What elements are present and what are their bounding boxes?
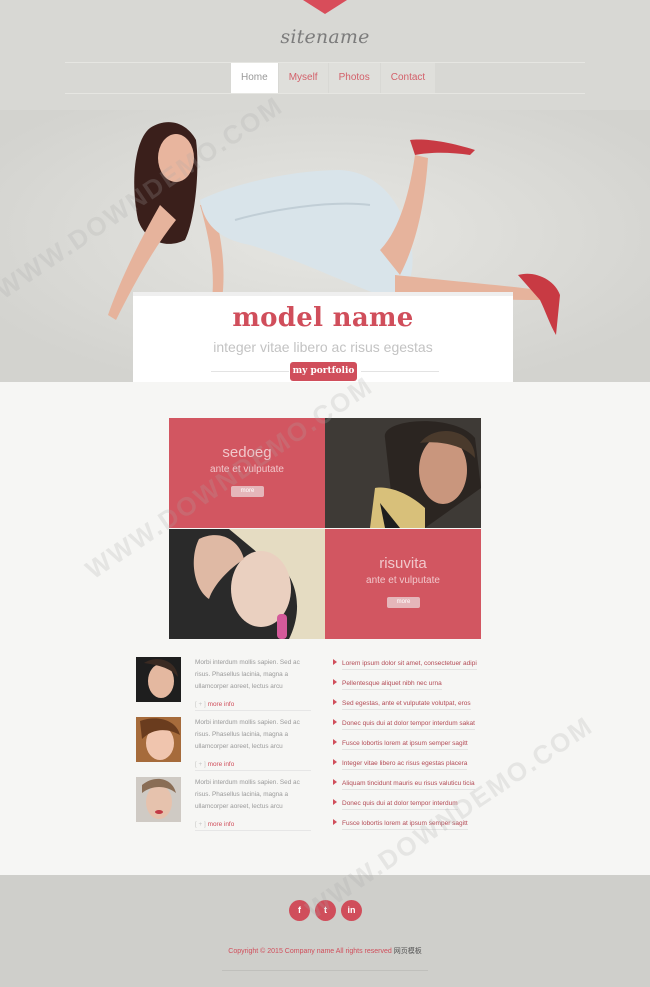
hero-title: model name bbox=[232, 303, 414, 333]
list-link-label: Fusce lobortis lorem at ipsum semper sag… bbox=[342, 820, 468, 830]
post-excerpt: Morbi interdum mollis sapien. Sed ac ris… bbox=[195, 779, 300, 810]
copyright-cn-label: 网页模板 bbox=[393, 948, 422, 955]
list-link-label: Aliquam tincidunt mauris eu risus valuti… bbox=[342, 780, 475, 790]
site-logo[interactable]: sitename bbox=[0, 26, 650, 48]
post-divider bbox=[195, 710, 311, 711]
caret-right-icon bbox=[333, 719, 337, 725]
list-link[interactable]: Aliquam tincidunt mauris eu risus valuti… bbox=[333, 779, 475, 792]
caret-right-icon bbox=[333, 799, 337, 805]
feature-grid: sedoeg ante et vulputate more risuvita a… bbox=[169, 418, 481, 639]
footer-divider bbox=[222, 970, 428, 971]
facebook-icon[interactable]: f bbox=[289, 900, 310, 921]
list-link[interactable]: Fusce lobortis lorem at ipsum semper sag… bbox=[333, 739, 468, 752]
more-info-link[interactable]: [ + ] more info bbox=[195, 761, 234, 768]
photo-tile-2[interactable] bbox=[169, 529, 325, 639]
caret-right-icon bbox=[333, 699, 337, 705]
list-link-label: Lorem ipsum dolor sit amet, consectetuer… bbox=[342, 660, 477, 670]
main-nav: Home Myself Photos Contact bbox=[231, 63, 436, 93]
more-bracket: [ + ] bbox=[195, 821, 206, 828]
more-info-link[interactable]: [ + ] more info bbox=[195, 821, 234, 828]
list-link-label: Integer vitae libero ac risus egestas pl… bbox=[342, 760, 468, 770]
linkedin-icon[interactable]: in bbox=[341, 900, 362, 921]
list-link[interactable]: Lorem ipsum dolor sit amet, consectetuer… bbox=[333, 659, 477, 672]
post-excerpt: Morbi interdum mollis sapien. Sed ac ris… bbox=[195, 719, 300, 750]
post-divider bbox=[195, 830, 311, 831]
caret-right-icon bbox=[333, 819, 337, 825]
copyright-label: Copyright © 2015 Company name All rights… bbox=[228, 948, 392, 955]
tile-title: risuvita bbox=[379, 555, 427, 572]
post-excerpt: Morbi interdum mollis sapien. Sed ac ris… bbox=[195, 659, 300, 690]
nav-item-myself[interactable]: Myself bbox=[278, 63, 328, 93]
copyright-text: Copyright © 2015 Company name All rights… bbox=[225, 946, 425, 957]
hero-divider-left bbox=[211, 371, 289, 372]
list-link[interactable]: Donec quis dui at dolor tempor interdum bbox=[333, 799, 458, 812]
feature-tile-sedoeg[interactable]: sedoeg ante et vulputate more bbox=[169, 418, 325, 528]
post-thumbnail[interactable] bbox=[136, 777, 181, 822]
model-photo-1 bbox=[325, 418, 481, 528]
tile-subtitle: ante et vulputate bbox=[366, 575, 440, 586]
model-photo-2 bbox=[169, 529, 325, 639]
list-link-label: Donec quis dui at dolor tempor interdum … bbox=[342, 720, 475, 730]
list-link-label: Pellentesque aliquet nibh nec urna bbox=[342, 680, 442, 690]
more-info-link[interactable]: [ + ] more info bbox=[195, 701, 234, 708]
portfolio-button[interactable]: my portfolio bbox=[290, 362, 357, 381]
tile-title: sedoeg bbox=[222, 444, 272, 461]
feature-tile-risuvita[interactable]: risuvita ante et vulputate more bbox=[325, 529, 481, 639]
caret-right-icon bbox=[333, 779, 337, 785]
list-link-label: Donec quis dui at dolor tempor interdum bbox=[342, 800, 458, 810]
more-info-label: more info bbox=[207, 761, 235, 768]
more-bracket: [ + ] bbox=[195, 701, 206, 708]
nav-item-contact[interactable]: Contact bbox=[380, 63, 436, 93]
post-thumbnail[interactable] bbox=[136, 717, 181, 762]
post-thumbnail[interactable] bbox=[136, 657, 181, 702]
more-bracket: [ + ] bbox=[195, 761, 206, 768]
post-thumbnail-image bbox=[136, 657, 181, 702]
caret-right-icon bbox=[333, 679, 337, 685]
post-thumbnail-image bbox=[136, 777, 181, 822]
list-link[interactable]: Donec quis dui at dolor tempor interdum … bbox=[333, 719, 475, 732]
caret-right-icon bbox=[333, 659, 337, 665]
caret-right-icon bbox=[333, 759, 337, 765]
list-link-label: Fusce lobortis lorem at ipsum semper sag… bbox=[342, 740, 468, 750]
tile-more-button[interactable]: more bbox=[231, 486, 264, 497]
twitter-icon[interactable]: t bbox=[315, 900, 336, 921]
list-link[interactable]: Sed egestas, ante et vulputate volutpat,… bbox=[333, 699, 471, 712]
nav-item-home[interactable]: Home bbox=[231, 63, 278, 93]
tile-subtitle: ante et vulputate bbox=[210, 464, 284, 475]
photo-tile-1[interactable] bbox=[325, 418, 481, 528]
caret-right-icon bbox=[333, 739, 337, 745]
hero-subtitle: integer vitae libero ac risus egestas bbox=[213, 339, 433, 355]
list-link[interactable]: Pellentesque aliquet nibh nec urna bbox=[333, 679, 442, 692]
nav-divider-bottom bbox=[65, 93, 585, 94]
hero-divider-right bbox=[361, 371, 439, 372]
nav-item-photos[interactable]: Photos bbox=[328, 63, 380, 93]
top-notch-decoration bbox=[303, 0, 347, 14]
more-info-label: more info bbox=[207, 701, 235, 708]
post-thumbnail-image bbox=[136, 717, 181, 762]
more-info-label: more info bbox=[207, 821, 235, 828]
list-link-label: Sed egestas, ante et vulputate volutpat,… bbox=[342, 700, 471, 710]
list-link[interactable]: Fusce lobortis lorem at ipsum semper sag… bbox=[333, 819, 468, 832]
tile-more-button[interactable]: more bbox=[387, 597, 420, 608]
post-divider bbox=[195, 770, 311, 771]
list-link[interactable]: Integer vitae libero ac risus egestas pl… bbox=[333, 759, 468, 772]
